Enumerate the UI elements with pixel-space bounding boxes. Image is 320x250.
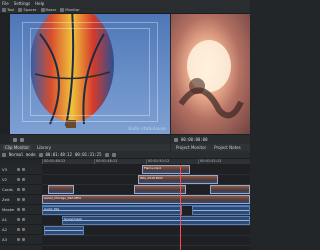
menu-file[interactable]: File	[2, 1, 9, 6]
menu-help[interactable]: Help	[35, 1, 44, 6]
track-head-cards[interactable]: Cards	[0, 185, 42, 195]
track-headers: V3 V2 Cards Zeit Maske A1 A2 A3	[0, 165, 42, 250]
main-toolbar: Tool Spacer Razor Monitor	[0, 6, 250, 14]
zoom-in-icon[interactable]	[111, 152, 116, 157]
timeline-clip[interactable]: Flame.mp4	[142, 165, 190, 174]
mute-icon[interactable]	[17, 178, 20, 181]
razor-button[interactable]: Razor	[40, 7, 56, 12]
timeline-duration: 00:01:31:25	[75, 152, 102, 157]
tab-project-monitor[interactable]: Project Monitor	[174, 145, 208, 150]
track-lane: Flame.mp4	[42, 165, 250, 175]
ruler-tick: 00:01:46:12	[42, 159, 94, 164]
playhead[interactable]	[180, 165, 181, 250]
timeline-clip[interactable]: Sound track	[62, 216, 250, 225]
mute-icon[interactable]	[17, 168, 20, 171]
monitor-icon	[60, 7, 65, 12]
timeline-clip[interactable]: Aerial_Chicago_Part.MP4	[42, 195, 250, 204]
play-icon[interactable]	[174, 137, 178, 142]
lock-icon[interactable]	[22, 238, 25, 241]
zoom-icon[interactable]	[20, 137, 24, 142]
timeline-clip[interactable]	[44, 226, 84, 235]
ruler-tick: 00:01:48:12	[94, 159, 146, 164]
track-head-a2[interactable]: A2	[0, 225, 42, 235]
spacer-icon	[18, 7, 23, 12]
timeline-clip[interactable]: Audio_Mix	[42, 206, 182, 215]
left-dock-tabs: Clip Monitor Library	[0, 144, 170, 151]
track-lane: Aerial_Chicago_Part.MP4	[42, 195, 250, 205]
track-lane	[42, 226, 250, 236]
track-head-a3[interactable]: A3	[0, 235, 42, 245]
timeline-clip[interactable]	[192, 206, 250, 215]
menu-settings[interactable]: Settings	[14, 1, 30, 6]
mute-icon[interactable]	[17, 188, 20, 191]
track-head-a1[interactable]: A1	[0, 215, 42, 225]
right-dock-tabs: Project Monitor Project Notes	[171, 144, 250, 151]
track-lane	[42, 236, 250, 246]
lock-icon[interactable]	[22, 198, 25, 201]
tab-clip-monitor[interactable]: Clip Monitor	[3, 145, 32, 150]
timeline-clip[interactable]	[48, 185, 74, 194]
left-dock-gutter	[0, 14, 10, 134]
monitor-button[interactable]: Monitor	[60, 7, 80, 12]
spacer-button[interactable]: Spacer	[18, 7, 37, 12]
mute-icon[interactable]	[17, 198, 20, 201]
mute-icon[interactable]	[17, 218, 20, 221]
razor-icon	[40, 7, 45, 12]
scissors-icon	[2, 7, 6, 12]
track-lane	[42, 185, 250, 195]
tool-button[interactable]: Tool	[2, 7, 14, 12]
clip-monitor-watermark: Kolte stabiilsuse	[128, 126, 166, 131]
tab-project-notes[interactable]: Project Notes	[212, 145, 243, 150]
timeline-timecode[interactable]: 00:01:48:12	[46, 152, 73, 157]
edit-mode-select[interactable]: Normal mode	[9, 152, 36, 157]
project-monitor-timecode[interactable]: 00:00:00:00	[181, 137, 208, 142]
timeline-tracks[interactable]: Flame.mp4 IMG_2018.MOV Aerial_Chicago_Pa…	[42, 165, 250, 250]
track-head-zeit[interactable]: Zeit	[0, 195, 42, 205]
clip-monitor[interactable]: Kolte stabiilsuse	[10, 14, 170, 134]
timeline-toolbar: Normal mode 00:01:48:12 00:01:31:25	[0, 151, 250, 159]
lock-icon[interactable]	[22, 188, 25, 191]
timeline-clip[interactable]: IMG_2018.MOV	[138, 175, 218, 184]
lock-icon[interactable]	[22, 178, 25, 181]
clip-monitor-controls	[10, 134, 170, 144]
lock-icon[interactable]	[22, 208, 25, 211]
lock-icon[interactable]	[22, 168, 25, 171]
snap-icon[interactable]	[38, 152, 43, 157]
ruler-tick: 00:01:50:12	[146, 159, 198, 164]
track-lane: Sound track	[42, 216, 250, 226]
safe-zone-inner	[30, 28, 150, 116]
track-lane: Audio_Mix	[42, 206, 250, 216]
play-icon[interactable]	[13, 137, 17, 142]
track-head-v3[interactable]: V3	[0, 165, 42, 175]
timeline-clip[interactable]	[210, 185, 250, 194]
track-head-v2[interactable]: V2	[0, 175, 42, 185]
track-settings-icon[interactable]	[2, 152, 6, 157]
mute-icon[interactable]	[17, 208, 20, 211]
timeline-clip[interactable]	[134, 185, 186, 194]
track-head-maske[interactable]: Maske	[0, 205, 42, 215]
lock-icon[interactable]	[22, 218, 25, 221]
project-monitor[interactable]	[171, 14, 250, 134]
fire-dancer-image	[178, 40, 244, 119]
project-monitor-controls: 00:00:00:00	[171, 134, 250, 144]
zoom-out-icon[interactable]	[104, 152, 109, 157]
mute-icon[interactable]	[17, 238, 20, 241]
lock-icon[interactable]	[22, 228, 25, 231]
tab-library[interactable]: Library	[35, 145, 53, 150]
track-lane: IMG_2018.MOV	[42, 175, 250, 185]
mute-icon[interactable]	[17, 228, 20, 231]
ruler-tick: 00:01:52:12	[198, 159, 250, 164]
